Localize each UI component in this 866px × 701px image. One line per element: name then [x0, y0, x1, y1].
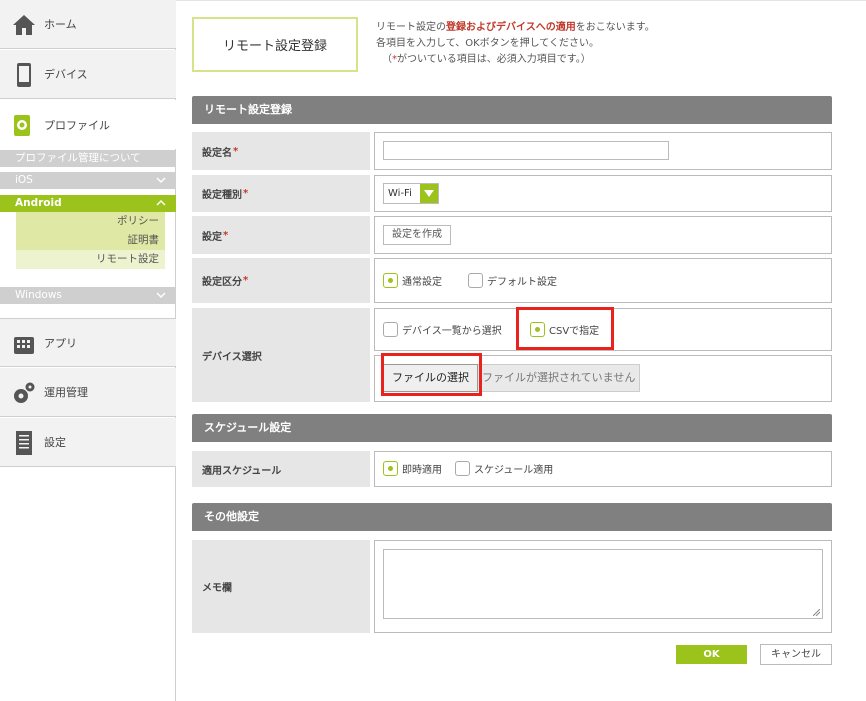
dropdown-arrow-icon: [420, 184, 438, 203]
home-icon: [13, 15, 35, 35]
cancel-button[interactable]: キャンセル: [760, 644, 832, 665]
desc-highlight: 登録およびデバイスへの適用: [446, 22, 576, 33]
section-header-schedule: スケジュール設定: [192, 414, 832, 442]
radio-scheduled[interactable]: スケジュール適用: [455, 461, 553, 476]
radio-unchecked-icon: [455, 461, 470, 476]
nav-profile[interactable]: プロファイル: [0, 100, 176, 149]
memo-textarea[interactable]: [383, 549, 823, 619]
label-setting-name: 設定名 *: [192, 132, 370, 170]
page-title: リモート設定登録: [192, 17, 358, 72]
label-device-select: デバイス選択: [192, 308, 370, 402]
setting-type-select[interactable]: Wi-Fi: [383, 183, 439, 204]
nav-settings-label: 設定: [44, 436, 66, 449]
sidebar-ios[interactable]: iOS: [0, 172, 176, 189]
create-setting-button[interactable]: 設定を作成: [383, 225, 451, 245]
section-header-other: その他設定: [192, 503, 832, 531]
file-status: ファイルが選択されていません: [478, 364, 641, 392]
highlight-box: [516, 307, 614, 350]
smartphone-icon: [17, 63, 31, 87]
label-category: 設定区分 *: [192, 258, 370, 303]
setting-name-input[interactable]: [383, 141, 669, 160]
section-header-remote: リモート設定登録: [192, 96, 832, 124]
chevron-down-icon: [156, 177, 166, 184]
label-memo: メモ欄: [192, 540, 370, 633]
field-category: 通常設定 デフォルト設定: [374, 258, 832, 303]
label-text: メモ欄: [202, 583, 232, 594]
desc-text: リモート設定の: [376, 22, 446, 33]
radio-label: 即時適用: [402, 465, 442, 476]
radio-label: デバイス一覧から選択: [402, 326, 502, 337]
highlight-box: [381, 353, 482, 396]
chevron-down-icon: [156, 292, 166, 299]
nav-operation-label: 運用管理: [44, 386, 88, 399]
radio-device-list[interactable]: デバイス一覧から選択: [383, 322, 502, 337]
radio-default[interactable]: デフォルト設定: [468, 273, 557, 288]
label-setting-type: 設定種別 *: [192, 175, 370, 212]
label-text: 設定区分: [202, 277, 242, 288]
field-config: 設定を作成: [374, 216, 832, 254]
sidebar-windows[interactable]: Windows: [0, 287, 176, 304]
nav-device[interactable]: デバイス: [0, 50, 176, 99]
sidebar-ios-label: iOS: [15, 174, 33, 186]
sidebar-android-label: Android: [15, 197, 62, 209]
chevron-up-icon: [156, 199, 166, 206]
required-mark: *: [243, 188, 249, 199]
radio-checked-icon: [383, 461, 398, 476]
sidebar-windows-label: Windows: [15, 289, 62, 301]
field-schedule: 即時適用 スケジュール適用: [374, 451, 832, 487]
radio-normal[interactable]: 通常設定: [383, 273, 442, 288]
radio-immediate[interactable]: 即時適用: [383, 461, 442, 476]
gears-icon: [14, 382, 35, 403]
required-mark: *: [233, 145, 239, 157]
label-text: 適用スケジュール: [202, 465, 282, 477]
sidebar-item-certificate[interactable]: 証明書: [16, 231, 165, 250]
app-icon: [14, 337, 34, 354]
label-text: 設定名: [202, 147, 232, 159]
radio-label: 通常設定: [402, 277, 442, 288]
nav-app[interactable]: アプリ: [0, 318, 176, 367]
radio-label: スケジュール適用: [474, 465, 554, 476]
nav-home[interactable]: ホーム: [0, 0, 176, 49]
nav-settings[interactable]: 設定: [0, 418, 176, 467]
field-setting-name: [374, 132, 832, 170]
nav-home-label: ホーム: [44, 18, 77, 31]
sidebar-item-remote-settings[interactable]: リモート設定: [16, 250, 165, 269]
radio-unchecked-icon: [383, 322, 398, 337]
nav-profile-label: プロファイル: [44, 118, 110, 132]
desc-text: がついている項目は、必須入力項目です。）: [397, 54, 591, 65]
desc-text: をおこないます。: [575, 22, 655, 33]
required-mark: *: [243, 275, 249, 286]
select-value: Wi-Fi: [388, 188, 412, 199]
label-schedule: 適用スケジュール: [192, 451, 370, 487]
desc-text: （: [382, 54, 392, 65]
nav-device-label: デバイス: [44, 68, 88, 81]
document-icon: [16, 431, 32, 455]
radio-checked-icon: [383, 273, 398, 288]
label-text: 設定: [202, 231, 222, 243]
sidebar-android[interactable]: Android: [0, 195, 176, 212]
resize-grip-icon[interactable]: [813, 609, 820, 616]
page-title-text: リモート設定登録: [222, 39, 327, 54]
desc-text: 各項目を入力して、OKボタンを押してください。: [376, 38, 600, 49]
label-text: 設定種別: [202, 190, 242, 201]
sidebar-about[interactable]: プロファイル管理について: [0, 150, 176, 167]
nav-operation[interactable]: 運用管理: [0, 368, 176, 417]
label-config: 設定 *: [192, 216, 370, 254]
page-description: リモート設定の登録およびデバイスへの適用をおこないます。 各項目を入力して、OK…: [376, 20, 655, 68]
ok-button[interactable]: OK: [676, 645, 747, 664]
android-submenu: ポリシー 証明書 リモート設定: [16, 212, 165, 269]
sidebar: ホーム デバイス プロファイル プロファイル管理について iOS Android…: [0, 0, 176, 701]
field-setting-type: Wi-Fi: [374, 175, 832, 212]
field-memo: [374, 540, 832, 633]
radio-unchecked-icon: [468, 273, 483, 288]
sidebar-item-policy[interactable]: ポリシー: [16, 212, 165, 231]
profile-gear-icon: [14, 115, 30, 136]
nav-app-label: アプリ: [44, 336, 77, 350]
label-text: デバイス選択: [202, 351, 262, 363]
radio-label: デフォルト設定: [487, 277, 557, 288]
sidebar-about-label: プロファイル管理について: [15, 152, 141, 164]
required-mark: *: [223, 229, 229, 241]
